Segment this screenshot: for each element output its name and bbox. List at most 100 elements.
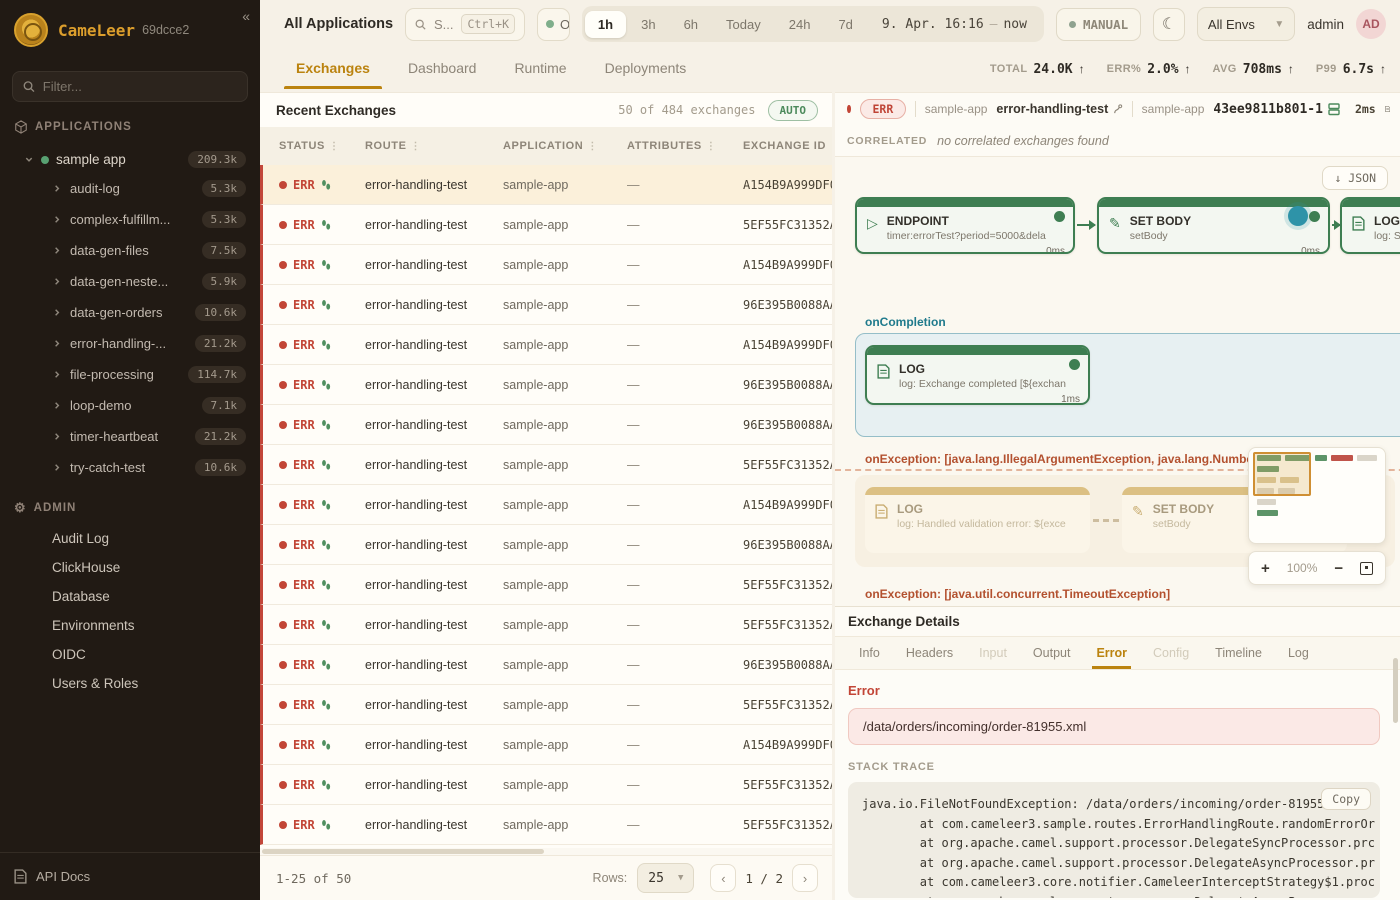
column-header[interactable]: EXCHANGE ID⋮	[743, 140, 832, 152]
details-tab[interactable]: Input	[979, 638, 1007, 669]
sidebar-route-item[interactable]: audit-log 5.3k	[12, 174, 248, 203]
sidebar-admin-item[interactable]: Environments	[12, 611, 248, 640]
sidebar-route-item[interactable]: try-catch-test 10.6k	[12, 453, 248, 482]
details-tab[interactable]: Headers	[906, 638, 953, 669]
time-range-button[interactable]: 7d	[825, 11, 865, 38]
column-header[interactable]: ROUTE⋮	[365, 140, 503, 152]
time-range-button[interactable]: 3h	[628, 11, 668, 38]
table-row[interactable]: ERR error-handling-test sample-app — 96E…	[260, 285, 832, 325]
zoom-out-button[interactable]: −	[1334, 560, 1343, 577]
sidebar-route-item[interactable]: file-processing 114.7k	[12, 360, 248, 389]
flow-node-exception-log[interactable]: LOG log: Handled validation error: ${exc…	[865, 487, 1090, 553]
date-range-button[interactable]: 9. Apr. 16:16—now	[868, 11, 1041, 38]
table-row[interactable]: ERR error-handling-test sample-app — 5EF…	[260, 805, 832, 845]
zoom-in-button[interactable]: +	[1261, 560, 1270, 577]
log-file-icon[interactable]	[1385, 102, 1390, 116]
flow-node-setbody[interactable]: ✎ SET BODY setBody 0ms	[1097, 197, 1330, 254]
nav-tab[interactable]: Runtime	[514, 49, 566, 89]
details-tab[interactable]: Output	[1033, 638, 1071, 669]
api-docs-link[interactable]: API Docs	[0, 852, 260, 900]
auto-refresh-badge[interactable]: AUTO	[768, 100, 819, 121]
column-header[interactable]: STATUS⋮	[279, 140, 365, 152]
details-tab[interactable]: Timeline	[1215, 638, 1262, 669]
flow-node-endpoint[interactable]: ▷ ENDPOINT timer:errorTest?period=5000&d…	[855, 197, 1075, 254]
column-header[interactable]: APPLICATION⋮	[503, 140, 627, 152]
filter-input[interactable]	[43, 79, 237, 94]
detail-route-name[interactable]: error-handling-test	[996, 102, 1123, 116]
flow-minimap[interactable]	[1248, 447, 1386, 544]
onexception-2-label: onException: [java.util.concurrent.Timeo…	[865, 587, 1170, 601]
manual-refresh-button[interactable]: MANUAL	[1056, 8, 1141, 41]
global-search[interactable]: S... Ctrl+K	[405, 8, 525, 41]
route-count-badge: 5.9k	[202, 273, 247, 290]
application-cell: sample-app	[503, 258, 627, 272]
sidebar-collapse-icon[interactable]: «	[242, 8, 250, 24]
column-header[interactable]: ATTRIBUTES⋮	[627, 140, 743, 152]
sidebar-route-item[interactable]: loop-demo 7.1k	[12, 391, 248, 420]
time-range-button[interactable]: Today	[713, 11, 774, 38]
stack-trace-block[interactable]: Copy java.io.FileNotFoundException: /dat…	[848, 782, 1380, 898]
table-row[interactable]: ERR error-handling-test sample-app — 5EF…	[260, 605, 832, 645]
table-row[interactable]: ERR error-handling-test sample-app — A15…	[260, 165, 832, 205]
table-row[interactable]: ERR error-handling-test sample-app — 96E…	[260, 525, 832, 565]
table-row[interactable]: ERR error-handling-test sample-app — A15…	[260, 485, 832, 525]
time-range-button[interactable]: 1h	[585, 11, 626, 38]
details-tab[interactable]: Log	[1288, 638, 1309, 669]
details-tab[interactable]: Config	[1153, 638, 1189, 669]
stat-label: ERR%	[1107, 63, 1142, 75]
vertical-scrollbar-thumb[interactable]	[1393, 658, 1398, 723]
sidebar-admin-item[interactable]: OIDC	[12, 640, 248, 669]
table-row[interactable]: ERR error-handling-test sample-app — 5EF…	[260, 685, 832, 725]
details-tab[interactable]: Error	[1096, 638, 1127, 669]
error-dot-icon	[279, 821, 287, 829]
sidebar-admin-item[interactable]: Users & Roles	[12, 669, 248, 698]
table-row[interactable]: ERR error-handling-test sample-app — 5EF…	[260, 205, 832, 245]
prev-page-button[interactable]: ‹	[710, 864, 736, 892]
rows-per-page-select[interactable]: 25 ▼	[637, 863, 694, 893]
route-flow-canvas[interactable]: ↓ JSON ▷ ENDPOINT timer:errorTest?period…	[835, 157, 1400, 606]
table-row[interactable]: ERR error-handling-test sample-app — 5EF…	[260, 445, 832, 485]
detail-exchange-id[interactable]: 43ee9811b801-1	[1213, 102, 1340, 117]
table-row[interactable]: ERR error-handling-test sample-app — 5EF…	[260, 765, 832, 805]
sidebar-route-item[interactable]: complex-fulfillm... 5.3k	[12, 205, 248, 234]
sidebar-route-item[interactable]: data-gen-files 7.5k	[12, 236, 248, 265]
details-tab[interactable]: Info	[859, 638, 880, 669]
table-row[interactable]: ERR error-handling-test sample-app — A15…	[260, 325, 832, 365]
sidebar-route-item[interactable]: data-gen-neste... 5.9k	[12, 267, 248, 296]
minimap-viewport[interactable]	[1253, 452, 1311, 496]
column-label: APPLICATION	[503, 140, 583, 152]
table-row[interactable]: ERR error-handling-test sample-app — 96E…	[260, 645, 832, 685]
sidebar-admin-item[interactable]: ClickHouse	[12, 553, 248, 582]
sidebar-item-sample-app[interactable]: sample app 209.3k	[12, 147, 248, 172]
table-row[interactable]: ERR error-handling-test sample-app — 5EF…	[260, 565, 832, 605]
time-range-button[interactable]: 6h	[671, 11, 711, 38]
download-json-button[interactable]: ↓ JSON	[1322, 166, 1388, 190]
nav-tab[interactable]: Dashboard	[408, 49, 477, 89]
sidebar-admin-item[interactable]: Database	[12, 582, 248, 611]
sidebar-route-item[interactable]: timer-heartbeat 21.2k	[12, 422, 248, 451]
sidebar-route-item[interactable]: error-handling-... 21.2k	[12, 329, 248, 358]
avatar[interactable]: AD	[1356, 9, 1386, 39]
environment-select[interactable]: All Envs ▼	[1197, 7, 1295, 41]
next-page-button[interactable]: ›	[792, 864, 818, 892]
nav-tab[interactable]: Exchanges	[296, 49, 370, 89]
route-cell: error-handling-test	[365, 458, 503, 472]
route-cell: error-handling-test	[365, 258, 503, 272]
sidebar-filter[interactable]	[12, 71, 248, 102]
table-row[interactable]: ERR error-handling-test sample-app — 96E…	[260, 405, 832, 445]
copy-button[interactable]: Copy	[1321, 788, 1371, 810]
flow-node-log[interactable]: LOG log: Sta	[1340, 197, 1400, 254]
time-range-button[interactable]: 24h	[776, 11, 824, 38]
table-row[interactable]: ERR error-handling-test sample-app — A15…	[260, 245, 832, 285]
horizontal-scrollbar-thumb[interactable]	[262, 849, 544, 854]
sidebar-route-item[interactable]: data-gen-orders 10.6k	[12, 298, 248, 327]
flow-node-oncompletion-log[interactable]: LOG log: Exchange completed [${exchan 1m…	[865, 345, 1090, 405]
nav-tab[interactable]: Deployments	[605, 49, 687, 89]
online-status-button[interactable]: O	[537, 8, 570, 41]
route-count-badge: 7.5k	[202, 242, 247, 259]
dark-mode-toggle[interactable]: ☾	[1153, 8, 1185, 41]
table-row[interactable]: ERR error-handling-test sample-app — 96E…	[260, 365, 832, 405]
sidebar-admin-item[interactable]: Audit Log	[12, 524, 248, 553]
fit-view-button[interactable]	[1360, 562, 1373, 575]
table-row[interactable]: ERR error-handling-test sample-app — A15…	[260, 725, 832, 765]
